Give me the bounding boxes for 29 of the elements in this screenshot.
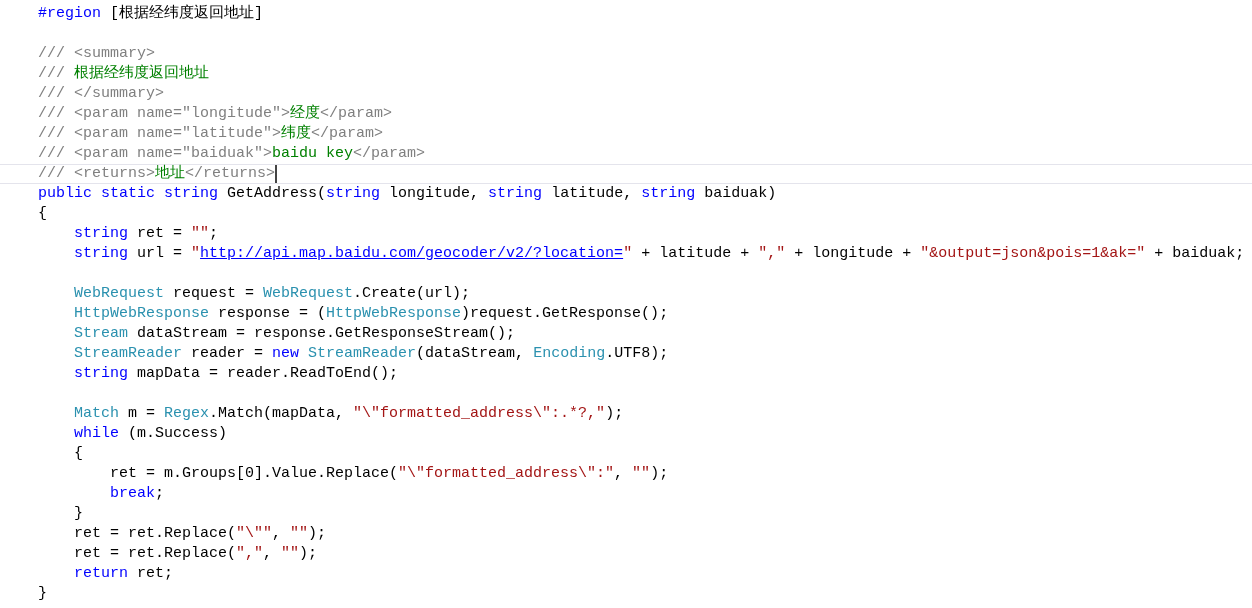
code-line: ret = ret.Replace("\"", ""); <box>73 524 328 544</box>
code-line: while (m.Success) <box>73 424 229 444</box>
code-line: /// <returns>地址</returns> <box>0 164 1252 184</box>
code-line: public static string GetAddress(string longitude, string latitude, string baiduak) <box>37 184 778 204</box>
code-line: /// </summary> <box>37 84 166 104</box>
url-link[interactable]: http://api.map.baidu.com/geocoder/v2/?location= <box>200 245 624 262</box>
code-line: Match m = Regex.Match(mapData, "\"formatted_address\":.*?,"); <box>73 404 625 424</box>
code-line: /// <param name="baiduak">baidu key</param> <box>37 144 427 164</box>
code-line: Stream dataStream = response.GetResponseStream(); <box>73 324 517 344</box>
code-line: { <box>73 444 84 464</box>
code-line: } <box>73 504 84 524</box>
code-line: StreamReader reader = new StreamReader(dataStream, Encoding.UTF8); <box>73 344 670 364</box>
code-line: #region [根据经纬度返回地址] <box>37 4 265 24</box>
code-line: break; <box>109 484 166 504</box>
code-line: /// <param name="latitude">纬度</param> <box>37 124 385 144</box>
code-line: string url = "http://api.map.baidu.com/geocoder/v2/?location=" + latitude + "," + longitude + "&output=json&pois=1&ak=" + baiduak; <box>73 244 1246 264</box>
code-line: ret = ret.Replace(",", ""); <box>73 544 319 564</box>
code-line: string mapData = reader.ReadToEnd(); <box>73 364 400 384</box>
text-cursor <box>275 165 278 183</box>
code-line: string ret = ""; <box>73 224 220 244</box>
code-line: HttpWebResponse response = (HttpWebResponse)request.GetResponse(); <box>73 304 670 324</box>
code-line: { <box>37 204 48 224</box>
code-line: ret = m.Groups[0].Value.Replace("\"formatted_address\":", ""); <box>109 464 670 484</box>
code-line: /// <param name="longitude">经度</param> <box>37 104 394 124</box>
code-line: /// <summary> <box>37 44 157 64</box>
code-line: /// 根据经纬度返回地址 <box>37 64 210 84</box>
code-line: WebRequest request = WebRequest.Create(url); <box>73 284 472 304</box>
code-line: } <box>37 584 48 604</box>
code-line: return ret; <box>73 564 175 584</box>
